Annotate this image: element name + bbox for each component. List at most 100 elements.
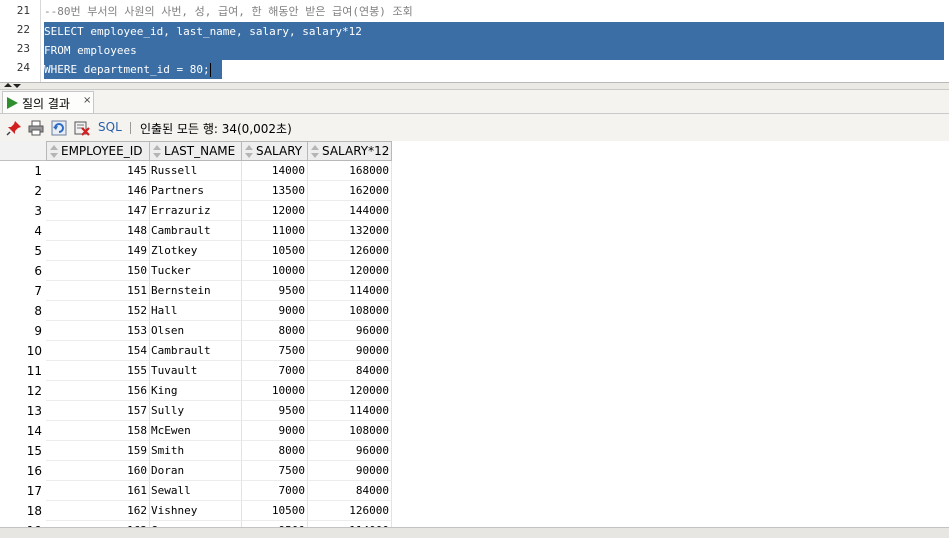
table-row[interactable]: 4 148 Cambrault 11000 132000 — [0, 221, 949, 241]
cell-employee-id[interactable]: 148 — [46, 221, 150, 241]
code-line-from[interactable]: FROM employees — [44, 41, 944, 60]
cell-annual-salary[interactable]: 126000 — [308, 501, 392, 521]
column-header-salary[interactable]: SALARY — [242, 141, 308, 161]
cell-employee-id[interactable]: 162 — [46, 501, 150, 521]
cell-employee-id[interactable]: 145 — [46, 161, 150, 181]
table-row[interactable]: 17 161 Sewall 7000 84000 — [0, 481, 949, 501]
results-grid[interactable]: EMPLOYEE_ID LAST_NAME SALARY SALARY*12 1… — [0, 141, 949, 527]
table-row[interactable]: 15 159 Smith 8000 96000 — [0, 441, 949, 461]
cell-employee-id[interactable]: 151 — [46, 281, 150, 301]
cell-annual-salary[interactable]: 108000 — [308, 301, 392, 321]
cell-employee-id[interactable]: 150 — [46, 261, 150, 281]
table-row[interactable]: 6 150 Tucker 10000 120000 — [0, 261, 949, 281]
cell-last-name[interactable]: Zlotkey — [150, 241, 242, 261]
pin-icon[interactable] — [6, 120, 22, 136]
cell-salary[interactable]: 9500 — [242, 401, 308, 421]
cell-last-name[interactable]: Partners — [150, 181, 242, 201]
cell-last-name[interactable]: Tucker — [150, 261, 242, 281]
cell-last-name[interactable]: Sewall — [150, 481, 242, 501]
cell-salary[interactable]: 9000 — [242, 421, 308, 441]
cell-annual-salary[interactable]: 168000 — [308, 161, 392, 181]
cell-last-name[interactable]: Cambrault — [150, 221, 242, 241]
cell-salary[interactable]: 10000 — [242, 381, 308, 401]
cell-annual-salary[interactable]: 96000 — [308, 321, 392, 341]
cell-salary[interactable]: 10500 — [242, 241, 308, 261]
cell-annual-salary[interactable]: 120000 — [308, 381, 392, 401]
collapse-down-icon[interactable] — [13, 84, 21, 88]
cell-last-name[interactable]: Smith — [150, 441, 242, 461]
table-row[interactable]: 3 147 Errazuriz 12000 144000 — [0, 201, 949, 221]
sql-editor[interactable]: 21 22 23 24 --80번 부서의 사원의 사번, 성, 급여, 한 해… — [0, 0, 949, 82]
cell-annual-salary[interactable]: 90000 — [308, 461, 392, 481]
cell-salary[interactable]: 8000 — [242, 441, 308, 461]
cell-annual-salary[interactable]: 132000 — [308, 221, 392, 241]
close-tab-icon[interactable]: × — [83, 95, 91, 106]
cell-annual-salary[interactable]: 162000 — [308, 181, 392, 201]
column-header-last-name[interactable]: LAST_NAME — [150, 141, 242, 161]
cell-salary[interactable]: 11000 — [242, 221, 308, 241]
cell-last-name[interactable]: King — [150, 381, 242, 401]
cell-employee-id[interactable]: 154 — [46, 341, 150, 361]
cell-salary[interactable]: 7500 — [242, 341, 308, 361]
table-row[interactable]: 5 149 Zlotkey 10500 126000 — [0, 241, 949, 261]
sql-button[interactable]: SQL — [98, 120, 122, 134]
cell-last-name[interactable]: Tuvault — [150, 361, 242, 381]
table-row[interactable]: 7 151 Bernstein 9500 114000 — [0, 281, 949, 301]
cell-last-name[interactable]: Hall — [150, 301, 242, 321]
table-row[interactable]: 14 158 McEwen 9000 108000 — [0, 421, 949, 441]
cell-salary[interactable]: 7000 — [242, 361, 308, 381]
table-row[interactable]: 9 153 Olsen 8000 96000 — [0, 321, 949, 341]
cell-employee-id[interactable]: 161 — [46, 481, 150, 501]
table-row[interactable]: 12 156 King 10000 120000 — [0, 381, 949, 401]
cell-employee-id[interactable]: 156 — [46, 381, 150, 401]
cell-salary[interactable]: 10000 — [242, 261, 308, 281]
cell-employee-id[interactable]: 146 — [46, 181, 150, 201]
collapse-up-icon[interactable] — [4, 83, 12, 87]
cell-salary[interactable]: 7000 — [242, 481, 308, 501]
cell-last-name[interactable]: Errazuriz — [150, 201, 242, 221]
cell-last-name[interactable]: Cambrault — [150, 341, 242, 361]
table-row[interactable]: 13 157 Sully 9500 114000 — [0, 401, 949, 421]
cell-annual-salary[interactable]: 84000 — [308, 361, 392, 381]
cell-employee-id[interactable]: 159 — [46, 441, 150, 461]
cell-employee-id[interactable]: 152 — [46, 301, 150, 321]
cell-last-name[interactable]: McEwen — [150, 421, 242, 441]
cell-employee-id[interactable]: 155 — [46, 361, 150, 381]
cell-annual-salary[interactable]: 90000 — [308, 341, 392, 361]
cell-employee-id[interactable]: 160 — [46, 461, 150, 481]
code-line-where[interactable]: WHERE department_id = 80; — [44, 60, 222, 79]
tab-query-result[interactable]: 질의 결과 × — [2, 91, 94, 113]
cell-annual-salary[interactable]: 108000 — [308, 421, 392, 441]
cell-employee-id[interactable]: 153 — [46, 321, 150, 341]
table-row[interactable]: 18 162 Vishney 10500 126000 — [0, 501, 949, 521]
cell-annual-salary[interactable]: 84000 — [308, 481, 392, 501]
table-row[interactable]: 1 145 Russell 14000 168000 — [0, 161, 949, 181]
cell-last-name[interactable]: Russell — [150, 161, 242, 181]
cell-annual-salary[interactable]: 96000 — [308, 441, 392, 461]
cell-employee-id[interactable]: 147 — [46, 201, 150, 221]
table-row[interactable]: 8 152 Hall 9000 108000 — [0, 301, 949, 321]
cell-employee-id[interactable]: 157 — [46, 401, 150, 421]
cell-employee-id[interactable]: 149 — [46, 241, 150, 261]
code-line-comment[interactable]: --80번 부서의 사원의 사번, 성, 급여, 한 해동안 받은 급여(연봉)… — [44, 2, 944, 21]
cell-salary[interactable]: 10500 — [242, 501, 308, 521]
column-header-salary-12[interactable]: SALARY*12 — [308, 141, 392, 161]
cell-salary[interactable]: 14000 — [242, 161, 308, 181]
table-row[interactable]: 16 160 Doran 7500 90000 — [0, 461, 949, 481]
cell-annual-salary[interactable]: 126000 — [308, 241, 392, 261]
table-row[interactable]: 10 154 Cambrault 7500 90000 — [0, 341, 949, 361]
cell-annual-salary[interactable]: 114000 — [308, 401, 392, 421]
cell-salary[interactable]: 8000 — [242, 321, 308, 341]
cell-last-name[interactable]: Doran — [150, 461, 242, 481]
cell-salary[interactable]: 13500 — [242, 181, 308, 201]
cell-annual-salary[interactable]: 144000 — [308, 201, 392, 221]
cell-last-name[interactable]: Vishney — [150, 501, 242, 521]
table-row[interactable]: 2 146 Partners 13500 162000 — [0, 181, 949, 201]
horizontal-scrollbar[interactable] — [0, 527, 949, 538]
panel-splitter[interactable] — [0, 82, 949, 90]
print-icon[interactable] — [28, 120, 44, 136]
cell-salary[interactable]: 7500 — [242, 461, 308, 481]
cell-salary[interactable]: 12000 — [242, 201, 308, 221]
cell-last-name[interactable]: Sully — [150, 401, 242, 421]
cell-employee-id[interactable]: 158 — [46, 421, 150, 441]
